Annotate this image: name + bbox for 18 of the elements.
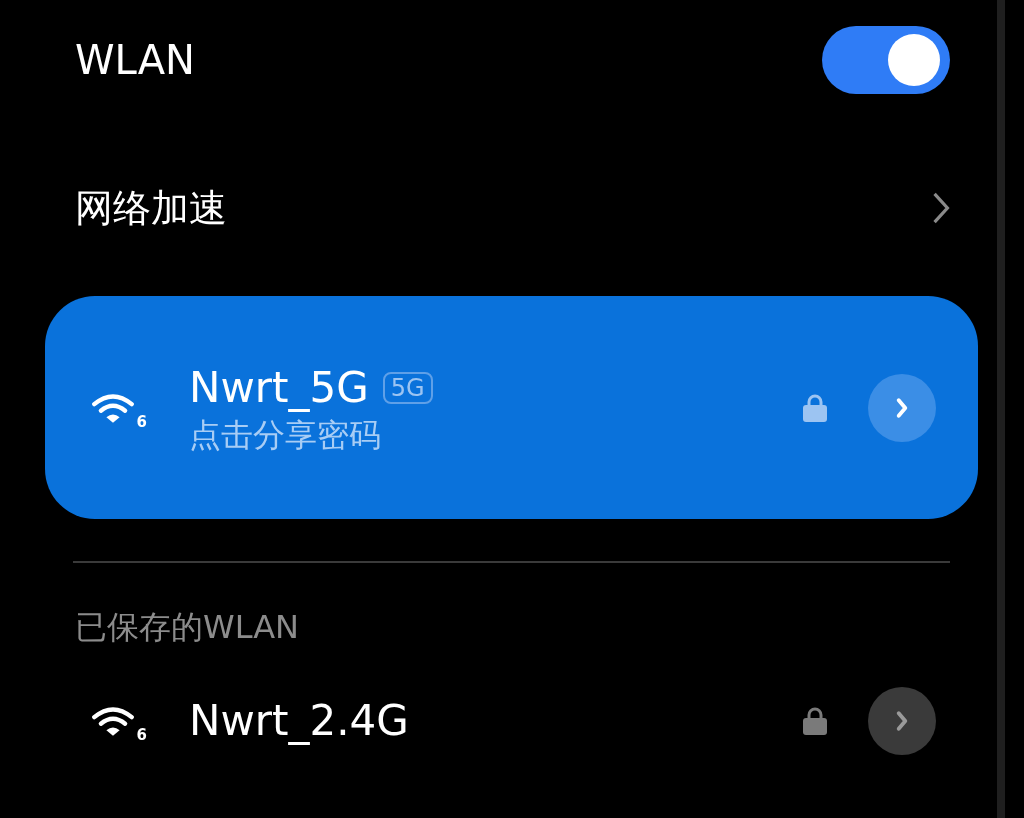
- chevron-right-icon: [895, 710, 909, 732]
- network-name: Nwrt_2.4G: [189, 695, 409, 747]
- saved-section-title: 已保存的WLAN: [75, 607, 300, 648]
- wifi-icon: [91, 391, 135, 425]
- lock-icon: [802, 392, 828, 423]
- wifi-standard: 6: [136, 414, 147, 430]
- network-name: Nwrt_5G: [189, 361, 369, 414]
- band-badge: 5G: [382, 371, 433, 404]
- connected-network-card[interactable]: 6 Nwrt_5G 5G 点击分享密码: [45, 296, 978, 519]
- chevron-right-icon: [932, 191, 950, 225]
- lock-icon: [802, 706, 828, 736]
- wlan-label: WLAN: [75, 36, 196, 85]
- network-row[interactable]: 6 Nwrt_2.4G: [45, 671, 978, 771]
- wifi-icon: [91, 705, 135, 738]
- network-acceleration-row[interactable]: 网络加速: [0, 120, 997, 296]
- chevron-right-icon: [895, 396, 909, 419]
- wifi-standard: 6: [136, 728, 147, 743]
- toggle-thumb: [888, 34, 940, 86]
